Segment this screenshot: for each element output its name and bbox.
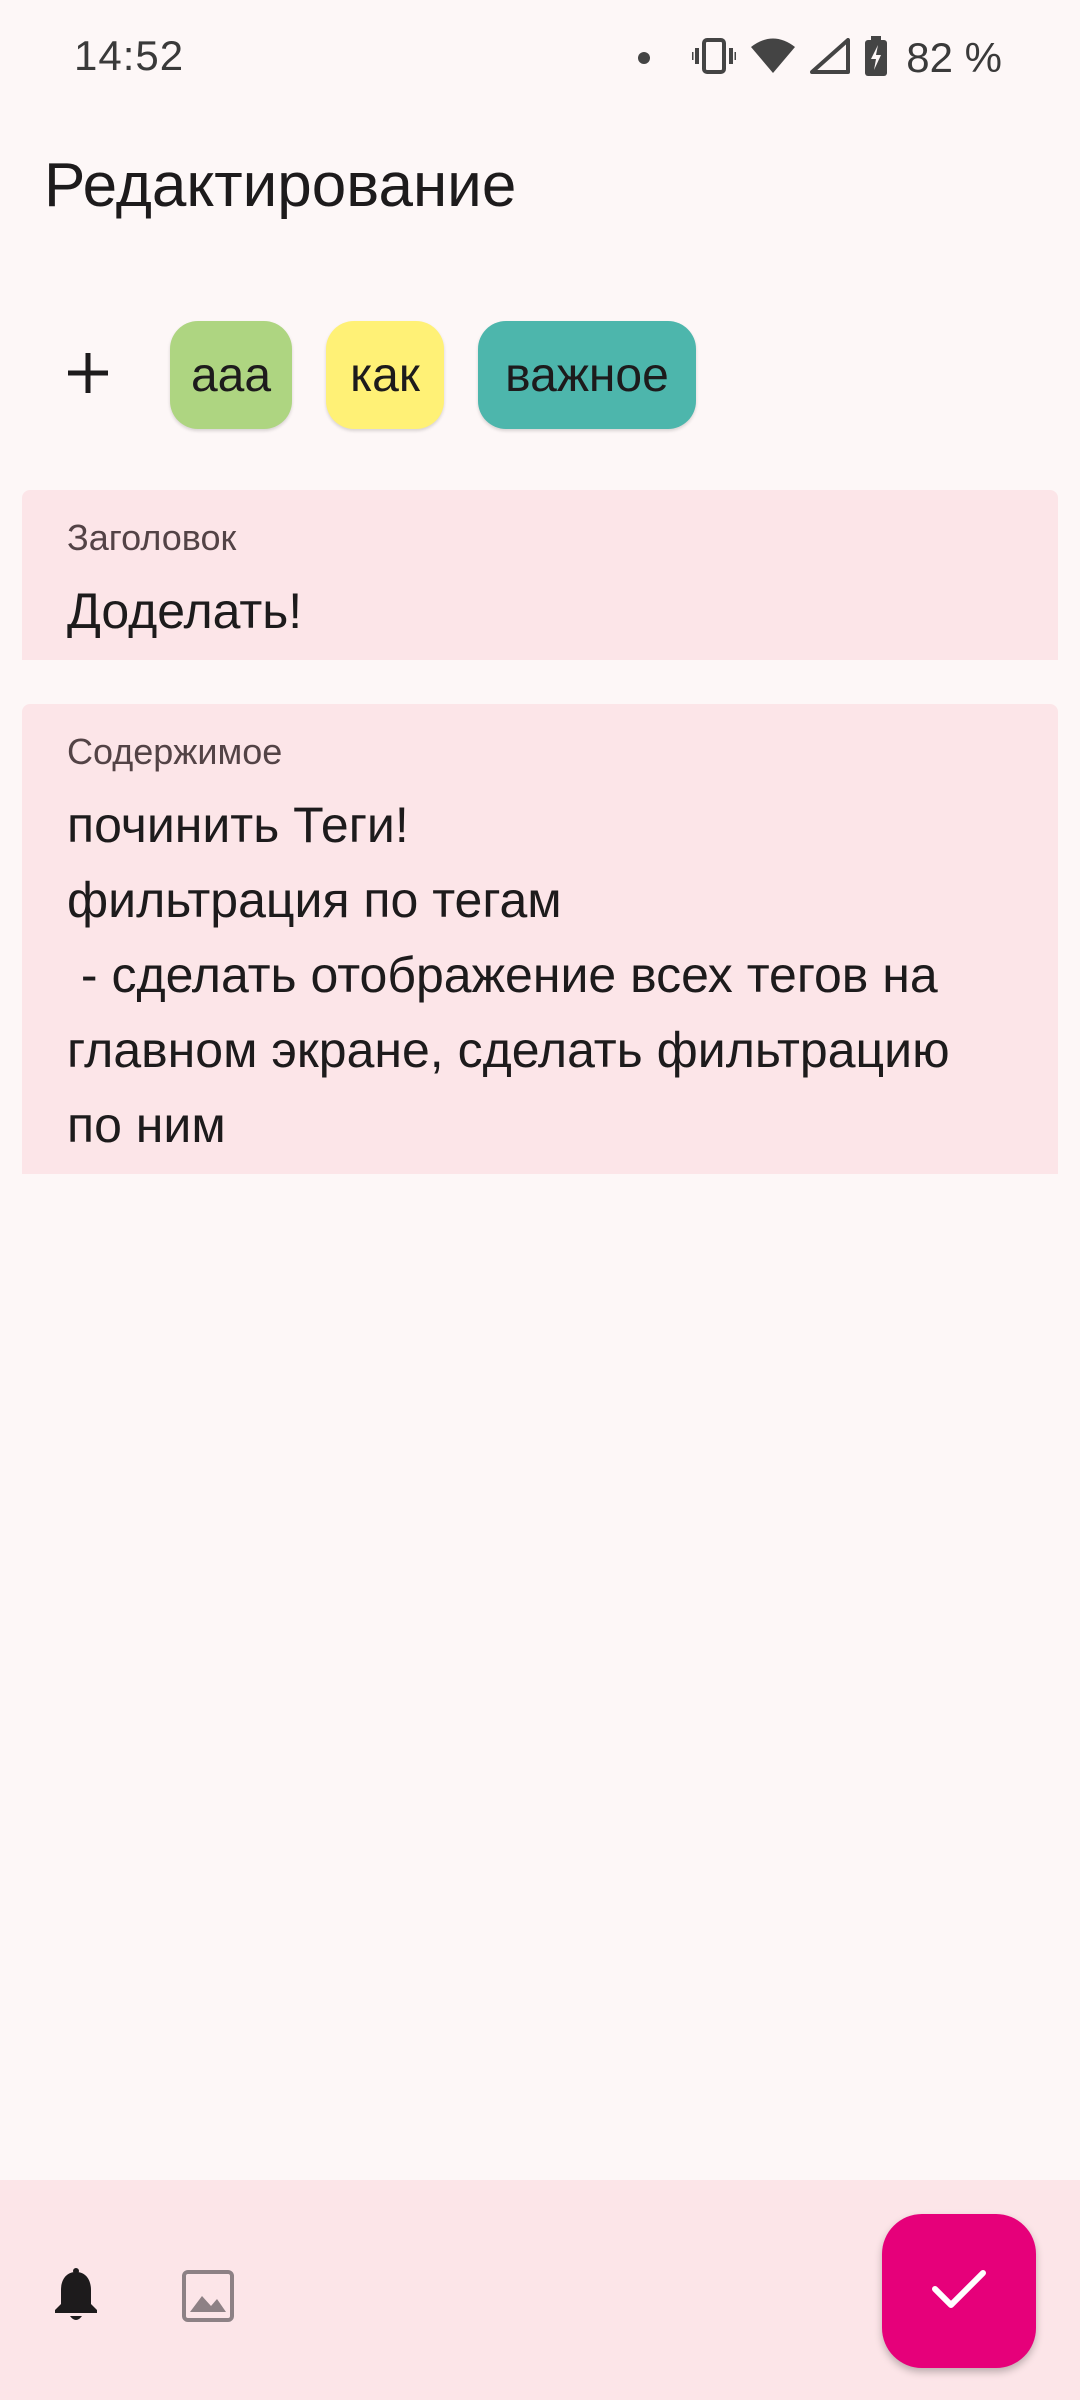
vibrate-icon: [690, 37, 738, 79]
tag-chip[interactable]: как: [326, 321, 444, 429]
tag-chip-label: важное: [505, 348, 669, 402]
reminder-button[interactable]: [40, 2262, 112, 2334]
add-tag-button[interactable]: [40, 327, 136, 423]
status-time: 14:52: [74, 32, 185, 79]
title-field-value[interactable]: Доделать!: [67, 574, 1018, 649]
content-field-value[interactable]: починить Теги! фильтрация по тегам - сде…: [67, 788, 1018, 1163]
tag-row: aaa как важное: [40, 320, 730, 430]
battery-percent: 82 %: [906, 34, 1002, 81]
title-field-label: Заголовок: [67, 517, 237, 558]
battery-charging-icon: [864, 35, 888, 81]
tag-chip-label: aaa: [190, 348, 272, 402]
notification-dot-icon: [638, 52, 651, 64]
status-bar: 14:52 82 %: [0, 0, 1080, 116]
add-image-button[interactable]: [172, 2262, 244, 2334]
save-button[interactable]: [882, 2214, 1036, 2368]
content-field[interactable]: Содержимое починить Теги! фильтрация по …: [22, 704, 1058, 1174]
bell-icon: [52, 2267, 100, 2329]
check-icon: [931, 2267, 987, 2316]
status-icons: 82 %: [638, 32, 1002, 84]
tag-chip-label: как: [350, 348, 420, 402]
page-title: Редактирование: [44, 151, 517, 220]
cellular-signal-icon: [810, 37, 851, 79]
tag-chip[interactable]: aaa: [170, 321, 292, 429]
content-field-label: Содержимое: [67, 731, 283, 772]
title-field[interactable]: Заголовок Доделать!: [22, 490, 1058, 660]
wifi-icon: [750, 38, 796, 79]
tag-chip[interactable]: важное: [478, 321, 696, 429]
plus-icon: [66, 351, 110, 400]
image-icon: [182, 2269, 234, 2327]
